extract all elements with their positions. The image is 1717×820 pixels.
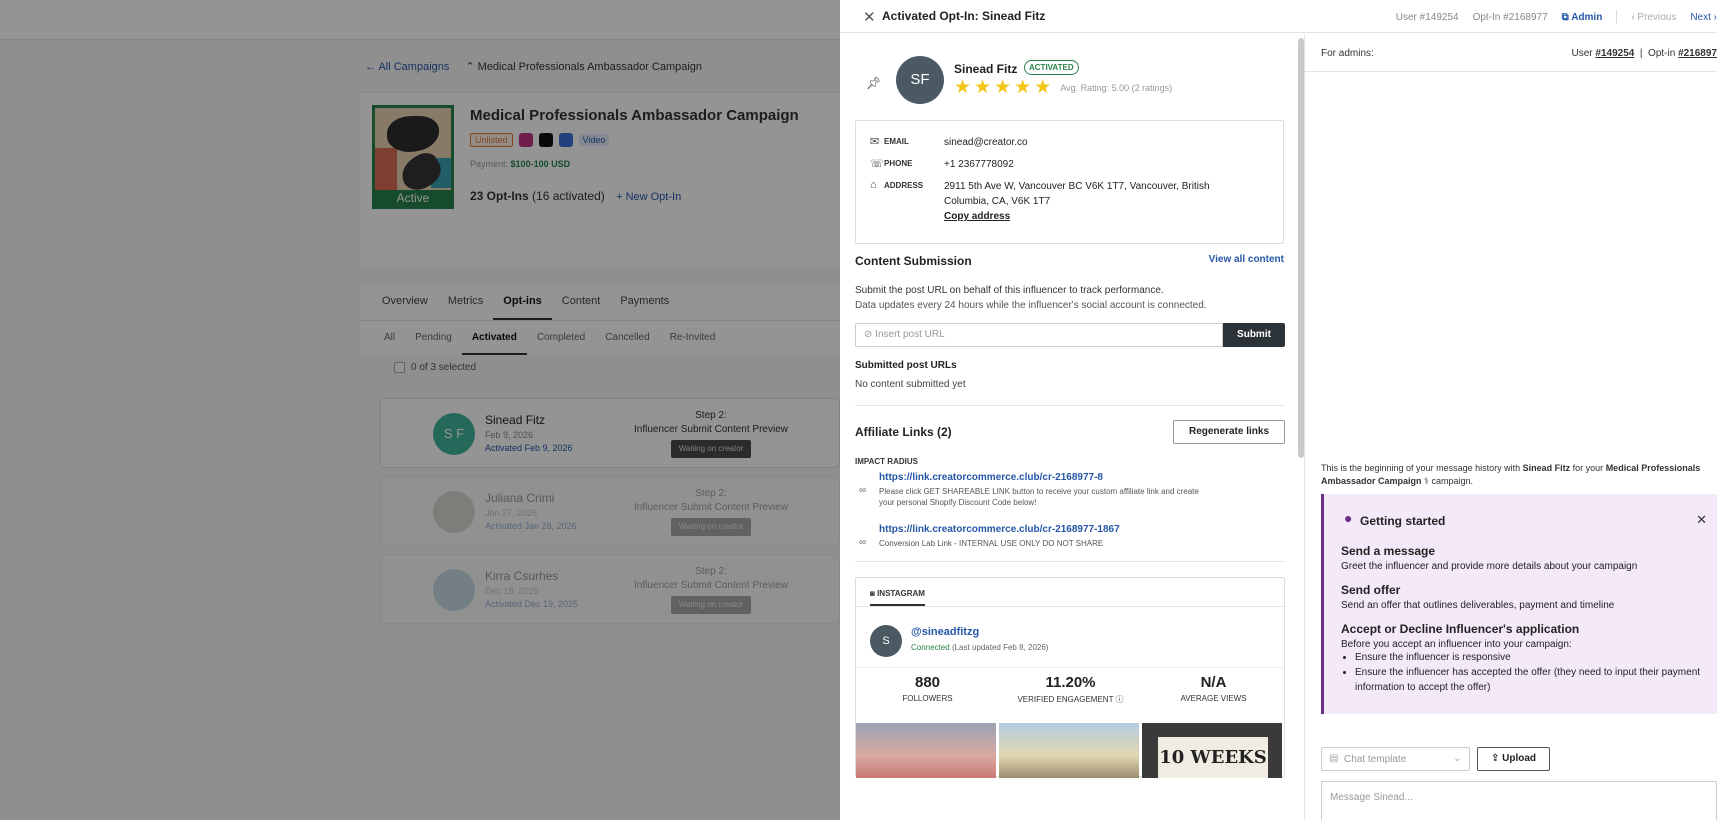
star-icon: ★ (1014, 77, 1032, 98)
avatar: S (870, 625, 902, 657)
instagram-card: ◙ INSTAGRAM S @sineadfitzg Connected (La… (855, 577, 1285, 778)
instagram-icon: ◙ (870, 589, 875, 598)
address-row: ⌂ ADDRESS 2911 5th Ave W, Vancouver BC V… (870, 179, 1244, 224)
previous-button[interactable]: ‹ Previous (1631, 12, 1676, 23)
chat-panel: For admins: User #149254 | Opt-in #21689… (1305, 34, 1717, 820)
chat-template-select[interactable]: ▤ Chat template ⌄ (1321, 747, 1470, 771)
star-icon: ★ (974, 77, 992, 98)
home-icon: ⌂ (870, 179, 877, 191)
affiliate-link-item: ∞ https://link.creatorcommerce.club/cr-2… (855, 523, 1209, 549)
getting-started-item: Accept or Decline Influencer's applicati… (1341, 622, 1717, 695)
content-submission-title: Content Submission (855, 254, 972, 268)
contact-card: ✉ EMAIL sinead@creator.co ☏ PHONE +1 236… (855, 120, 1284, 244)
rating-stars: ★ ★ ★ ★ ★ Avg. Rating: 5.00 (2 ratings) (954, 78, 1172, 97)
getting-started-title: Getting started (1360, 514, 1446, 528)
phone-icon: ☏ (870, 158, 884, 170)
mail-icon: ✉ (870, 136, 880, 148)
no-content-text: No content submitted yet (855, 379, 966, 390)
avatar: SF (896, 56, 944, 104)
phone-value: +1 2367778092 (944, 159, 1014, 170)
drawer-header: ✕ Activated Opt-In: Sinead Fitz User #14… (840, 0, 1717, 33)
copy-address-link[interactable]: Copy address (944, 209, 1244, 224)
history-intro: This is the beginning of your message hi… (1321, 463, 1701, 486)
user-link[interactable]: #149254 (1595, 48, 1634, 59)
affiliate-brand: IMPACT RADIUS (855, 457, 918, 466)
drawer-title: Activated Opt-In: Sinead Fitz (882, 9, 1046, 23)
optin-id: Opt-In #2168977 (1472, 11, 1548, 23)
star-icon: ★ (994, 77, 1012, 98)
rating-text: Avg. Rating: 5.00 (2 ratings) (1060, 82, 1173, 93)
close-icon[interactable]: ✕ (863, 8, 876, 26)
influencer-name: Sinead Fitz (954, 62, 1018, 76)
getting-started-item: Send a message Greet the influencer and p… (1341, 544, 1638, 572)
affiliate-link-item: ∞ https://link.creatorcommerce.club/cr-2… (855, 471, 1209, 508)
next-button[interactable]: Next › (1690, 12, 1717, 23)
drawer-header-meta: User #149254 Opt-In #2168977 ⧉ Admin ‹ P… (1396, 10, 1717, 24)
star-icon: ★ (954, 77, 972, 98)
affiliate-links-title: Affiliate Links (2) (855, 425, 952, 439)
email-value: sinead@creator.co (944, 137, 1028, 148)
tab-instagram[interactable]: ◙ INSTAGRAM (870, 578, 925, 606)
address-value: 2911 5th Ave W, Vancouver BC V6K 1T7, Va… (944, 181, 1210, 207)
close-icon[interactable]: ✕ (1696, 512, 1707, 528)
info-icon[interactable]: ⓘ (1116, 695, 1124, 704)
upload-button[interactable]: ⇪ Upload (1477, 747, 1550, 771)
affiliate-note: Conversion Lab Link - INTERNAL USE ONLY … (879, 539, 1104, 548)
admin-link[interactable]: ⧉ Admin (1562, 12, 1603, 23)
status-badge: ACTIVATED (1024, 60, 1079, 75)
post-thumbnail[interactable] (856, 723, 996, 778)
affiliate-url[interactable]: https://link.creatorcommerce.club/cr-216… (879, 472, 1103, 483)
admin-bar: For admins: User #149254 | Opt-in #21689… (1305, 34, 1717, 72)
star-icon: ★ (1034, 77, 1052, 98)
optin-details: 📌︎ SF Sinead Fitz ACTIVATED ★ ★ ★ ★ ★ Av… (840, 34, 1305, 820)
template-icon: ▤ (1329, 753, 1339, 764)
medical-icon: ⚕ (1424, 476, 1429, 486)
chevron-down-icon: ⌄ (1453, 753, 1461, 763)
post-thumbnail[interactable] (999, 723, 1139, 778)
getting-started-item: Send offer Send an offer that outlines de… (1341, 583, 1615, 611)
email-row: ✉ EMAIL sinead@creator.co (870, 135, 1244, 150)
instagram-handle[interactable]: @sineadfitzg (911, 626, 979, 638)
lightbulb-icon: ● (1344, 510, 1353, 526)
submit-button[interactable]: Submit (1223, 323, 1285, 347)
link-icon: ⊘ (864, 329, 873, 340)
affiliate-url[interactable]: https://link.creatorcommerce.club/cr-216… (879, 524, 1120, 535)
getting-started-panel: ● Getting started ✕ Send a message Greet … (1321, 494, 1717, 714)
checklist: Ensure the influencer is responsive Ensu… (1355, 650, 1717, 695)
views-stat: N/A AVERAGE VIEWS (1180, 674, 1247, 703)
content-description: Submit the post URL on behalf of this in… (855, 285, 1207, 311)
link-icon: ∞ (859, 485, 867, 496)
view-all-content-link[interactable]: View all content (1209, 254, 1284, 265)
connection-status: Connected (Last updated Feb 8, 2026) (911, 643, 1049, 652)
followers-stat: 880 FOLLOWERS (902, 674, 953, 703)
pin-icon[interactable]: 📌︎ (866, 76, 881, 90)
engagement-stat: 11.20% VERIFIED ENGAGEMENT ⓘ (1017, 674, 1124, 704)
optin-link[interactable]: #216897 (1678, 48, 1717, 59)
regenerate-links-button[interactable]: Regenerate links (1173, 420, 1285, 444)
link-icon: ∞ (859, 537, 867, 548)
post-url-input[interactable]: ⊘ Insert post URL (855, 323, 1223, 347)
affiliate-note: Please click GET SHAREABLE LINK button t… (879, 487, 1199, 507)
message-input[interactable]: Message Sinead... (1321, 781, 1717, 820)
post-thumbnail[interactable]: 10 WEEKS (1142, 723, 1282, 778)
user-id: User #149254 (1395, 11, 1459, 23)
optin-drawer: ✕ Activated Opt-In: Sinead Fitz User #14… (840, 0, 1717, 820)
submitted-urls-title: Submitted post URLs (855, 360, 957, 371)
phone-row: ☏ PHONE +1 2367778092 (870, 157, 1244, 172)
